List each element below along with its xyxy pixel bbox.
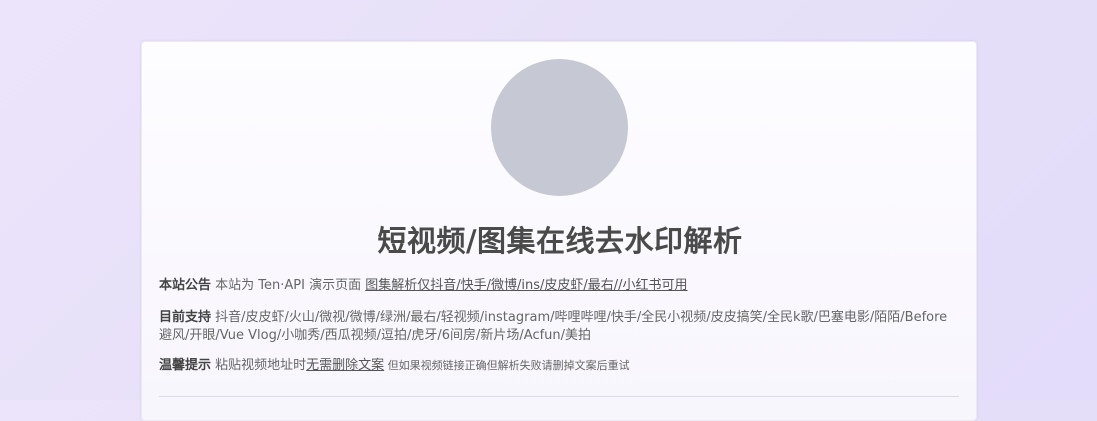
main-card: 短视频/图集在线去水印解析 本站公告 本站为 Ten·API 演示页面 图集解析… xyxy=(141,41,977,421)
tip-note: 但如果视频链接正确但解析失败请删掉文案后重试 xyxy=(384,359,630,372)
support-text: 抖音/皮皮虾/火山/微视/微博/绿洲/最右/轻视频/instagram/哔哩哔哩… xyxy=(159,310,948,343)
announcement-label: 本站公告 xyxy=(159,278,212,293)
announcement-link[interactable]: 图集解析仅抖音/快手/微博/ins/皮皮虾/最右//小红书可用 xyxy=(365,278,687,293)
announcement-text: 本站为 Ten·API 演示页面 xyxy=(211,278,366,293)
tip-link[interactable]: 无需删除文案 xyxy=(306,358,384,373)
avatar xyxy=(491,59,628,196)
support-label: 目前支持 xyxy=(159,310,212,325)
tip-text: 粘贴视频地址时 xyxy=(211,358,307,373)
divider xyxy=(159,396,959,397)
support-notice: 目前支持 抖音/皮皮虾/火山/微视/微博/绿洲/最右/轻视频/instagram… xyxy=(159,309,959,345)
announcement-notice: 本站公告 本站为 Ten·API 演示页面 图集解析仅抖音/快手/微博/ins/… xyxy=(159,277,959,295)
page-title: 短视频/图集在线去水印解析 xyxy=(377,224,743,258)
tip-label: 温馨提示 xyxy=(159,358,212,373)
tip-notice: 温馨提示 粘贴视频地址时无需删除文案 但如果视频链接正确但解析失败请删掉文案后重… xyxy=(159,357,959,375)
